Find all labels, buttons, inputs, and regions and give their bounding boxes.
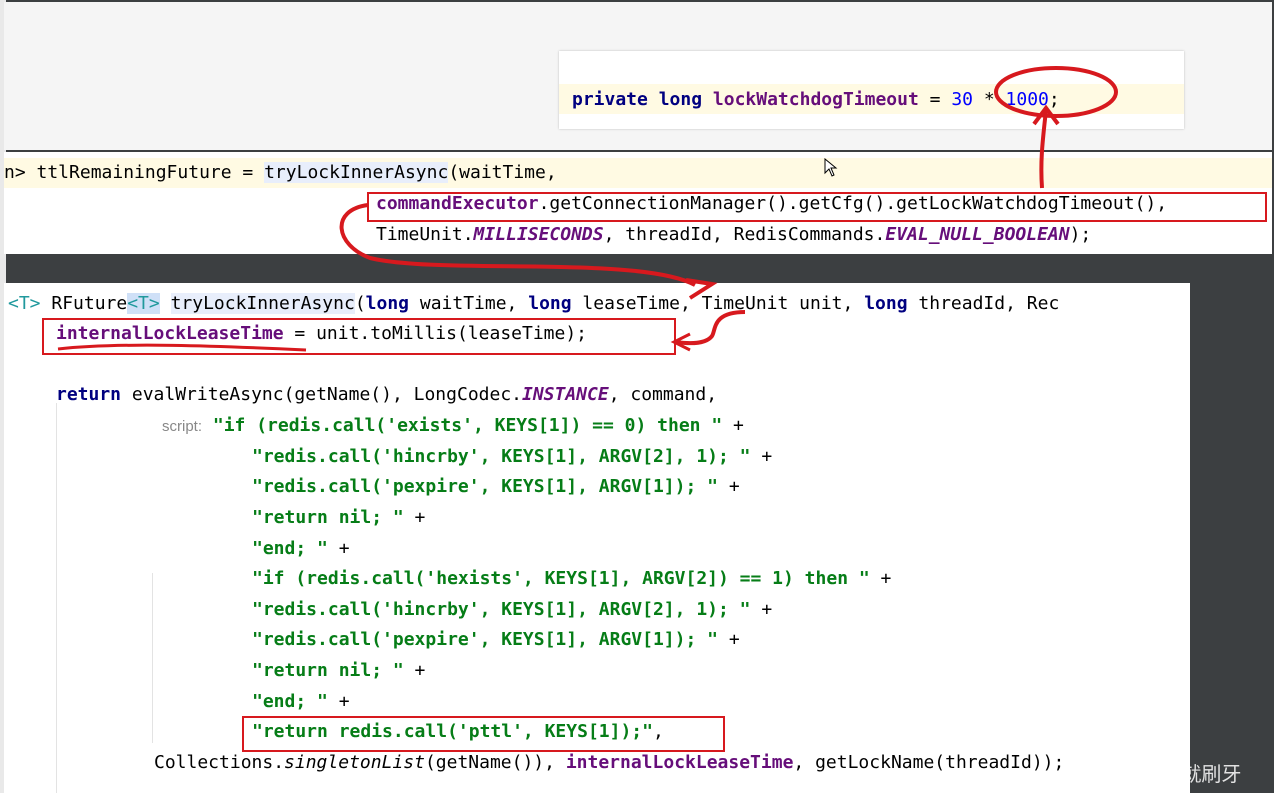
string-literal: "end; " <box>252 538 328 559</box>
constant-eval-null-boolean: EVAL_NULL_BOOLEAN <box>885 224 1070 245</box>
code-text: RFuture <box>40 293 128 314</box>
code-line-script-5[interactable]: "if (redis.call('hexists', KEYS[1], ARGV… <box>252 565 891 593</box>
code-text: TimeUnit. <box>376 224 474 245</box>
constant-instance: INSTANCE <box>522 384 609 405</box>
code-text: threadId, Rec <box>907 293 1060 314</box>
code-line-script-6[interactable]: "redis.call('hincrby', KEYS[1], ARGV[2],… <box>252 596 772 624</box>
string-literal: "return nil; " <box>252 507 404 528</box>
code-line-collections[interactable]: Collections.singletonList(getName()), in… <box>154 749 1064 777</box>
code-text: Collections. <box>154 752 285 773</box>
watchdog-timeout-snippet: private long lockWatchdogTimeout = 30 * … <box>559 51 1184 129</box>
string-literal: "redis.call('hincrby', KEYS[1], ARGV[2],… <box>252 599 751 620</box>
plus-operator: + <box>722 415 744 436</box>
mouse-cursor-icon <box>824 158 838 177</box>
code-text: n> ttlRemainingFuture = <box>4 162 265 183</box>
string-literal: "if (redis.call('hexists', KEYS[1], ARGV… <box>252 568 870 589</box>
plus-operator: + <box>869 568 892 589</box>
code-text: ); <box>1069 224 1092 245</box>
plus-operator: + <box>403 660 426 681</box>
string-literal: "redis.call('pexpire', KEYS[1], ARGV[1])… <box>252 629 718 650</box>
code-text: ( <box>354 293 366 314</box>
equals-sign: = <box>918 89 952 110</box>
code-text: leaseTime, TimeUnit unit, <box>571 293 865 314</box>
plus-operator: + <box>750 599 773 620</box>
annotation-box-pttl-return <box>242 716 725 752</box>
code-line-script-9[interactable]: "end; " + <box>252 688 350 716</box>
code-line-timeunit[interactable]: TimeUnit.MILLISECONDS, threadId, RedisCo… <box>376 221 1091 249</box>
keyword-long: long <box>365 293 410 314</box>
keyword-private: private <box>572 89 648 110</box>
plus-operator: + <box>403 507 426 528</box>
code-text: , command, <box>608 384 718 405</box>
method-singleton-list: singletonList <box>284 752 425 773</box>
code-line-watchdog-timeout[interactable]: private long lockWatchdogTimeout = 30 * … <box>572 87 1172 113</box>
generic-t: <T> <box>8 293 41 314</box>
keyword-long: long <box>528 293 572 314</box>
code-line-script-8[interactable]: "return nil; " + <box>252 657 425 685</box>
string-literal: "redis.call('pexpire', KEYS[1], ARGV[1])… <box>252 476 718 497</box>
plus-operator: + <box>327 538 350 559</box>
plus-operator: + <box>718 629 740 650</box>
string-literal: "redis.call('hincrby', KEYS[1], ARGV[2],… <box>252 446 751 467</box>
plus-operator: + <box>750 446 773 467</box>
keyword-long: long <box>864 293 908 314</box>
code-text: evalWriteAsync(getName(), LongCodec. <box>121 384 522 405</box>
code-line-ttl-remaining[interactable]: n> ttlRemainingFuture = tryLockInnerAsyn… <box>4 159 557 187</box>
number-1000: 1000 <box>1005 89 1049 110</box>
code-line-script-0[interactable]: script: "if (redis.call('exists', KEYS[1… <box>162 412 744 440</box>
code-text: waitTime, <box>409 293 529 314</box>
annotation-box-lease-time-assign <box>42 318 676 355</box>
string-literal: "end; " <box>252 691 328 712</box>
plus-operator: + <box>718 476 740 497</box>
string-literal: "return nil; " <box>252 660 404 681</box>
code-text: (waitTime, <box>448 162 557 183</box>
code-line-script-4[interactable]: "end; " + <box>252 535 350 563</box>
keyword-long: long <box>658 89 703 110</box>
indent-guide <box>152 573 153 743</box>
parameter-hint-script: script: <box>162 418 203 435</box>
method-try-lock-inner-async: tryLockInnerAsync <box>264 162 449 183</box>
code-line-script-7[interactable]: "redis.call('pexpire', KEYS[1], ARGV[1])… <box>252 626 740 654</box>
annotation-box-command-executor <box>367 192 1267 222</box>
code-line-return-eval[interactable]: return evalWriteAsync(getName(), LongCod… <box>56 381 717 409</box>
editor-panel-top: private long lockWatchdogTimeout = 30 * … <box>4 2 1272 150</box>
multiply-operator: * <box>973 89 1006 110</box>
code-text: (getName()), <box>424 752 566 773</box>
code-line-script-2[interactable]: "redis.call('pexpire', KEYS[1], ARGV[1])… <box>252 473 740 501</box>
plus-operator: + <box>327 691 350 712</box>
generic-t-highlighted: <T> <box>127 293 160 314</box>
keyword-return: return <box>56 384 122 405</box>
constant-milliseconds: MILLISECONDS <box>473 224 604 245</box>
method-try-lock-inner-async: tryLockInnerAsync <box>170 293 355 314</box>
semicolon: ; <box>1048 89 1060 110</box>
code-text: , threadId, RedisCommands. <box>603 224 886 245</box>
watermark: CSDN @醒了就刷牙 <box>1058 762 1242 786</box>
field-internal-lock-lease-time: internalLockLeaseTime <box>565 752 794 773</box>
field-lock-watchdog-timeout: lockWatchdogTimeout <box>712 89 919 110</box>
code-line-script-3[interactable]: "return nil; " + <box>252 504 425 532</box>
code-text: , getLockName(threadId)); <box>793 752 1065 773</box>
code-line-method-signature[interactable]: <T> RFuture<T> tryLockInnerAsync(long wa… <box>8 290 1059 318</box>
code-line-script-1[interactable]: "redis.call('hincrby', KEYS[1], ARGV[2],… <box>252 443 772 471</box>
indent-guide <box>56 403 57 793</box>
number-30: 30 <box>951 89 974 110</box>
string-literal: "if (redis.call('exists', KEYS[1]) == 0)… <box>212 415 723 436</box>
